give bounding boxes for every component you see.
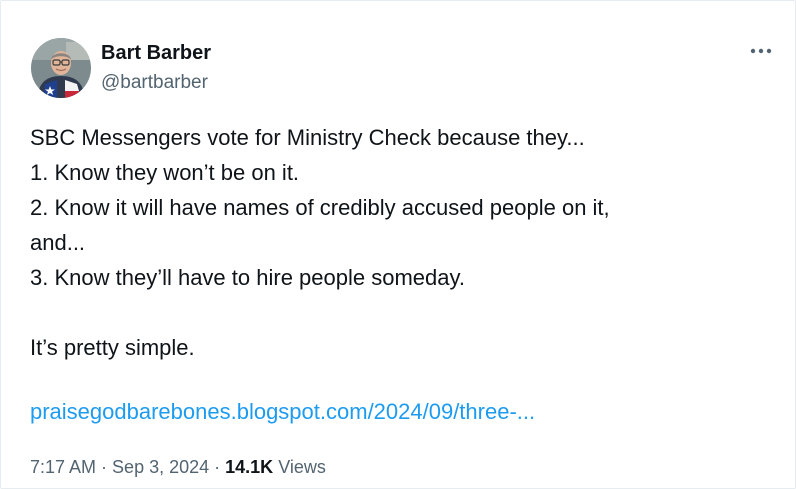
tweet-link[interactable]: praisegodbarebones.blogspot.com/2024/09/… [30,397,535,427]
views-label: Views [278,457,326,477]
tweet-line: and... [30,230,86,255]
meta-separator: · [101,457,108,477]
tweet-meta: 7:17 AM · Sep 3, 2024 · 14.1K Views [30,455,326,479]
tweet-text: SBC Messengers vote for Ministry Check b… [30,120,760,365]
tweet-line: 2. Know it will have names of credibly a… [30,195,610,220]
tweet-line: SBC Messengers vote for Ministry Check b… [30,125,585,150]
tweet-time[interactable]: 7:17 AM [30,457,96,477]
tweet-line: 3. Know they’ll have to hire people some… [30,265,465,290]
tweet-date[interactable]: Sep 3, 2024 [112,457,209,477]
author-handle[interactable]: @bartbarber [101,71,208,95]
tweet-line: It’s pretty simple. [30,335,195,360]
tweet-card: Bart Barber @bartbarber SBC Messengers v… [0,0,796,489]
author-name[interactable]: Bart Barber [101,41,211,65]
tweet-line: 1. Know they won’t be on it. [30,160,300,185]
views-count[interactable]: 14.1K [225,457,273,477]
avatar[interactable] [31,38,91,98]
more-horizontal-icon [750,48,772,54]
meta-separator: · [214,457,221,477]
more-options-button[interactable] [741,37,781,65]
avatar-image [31,38,91,98]
